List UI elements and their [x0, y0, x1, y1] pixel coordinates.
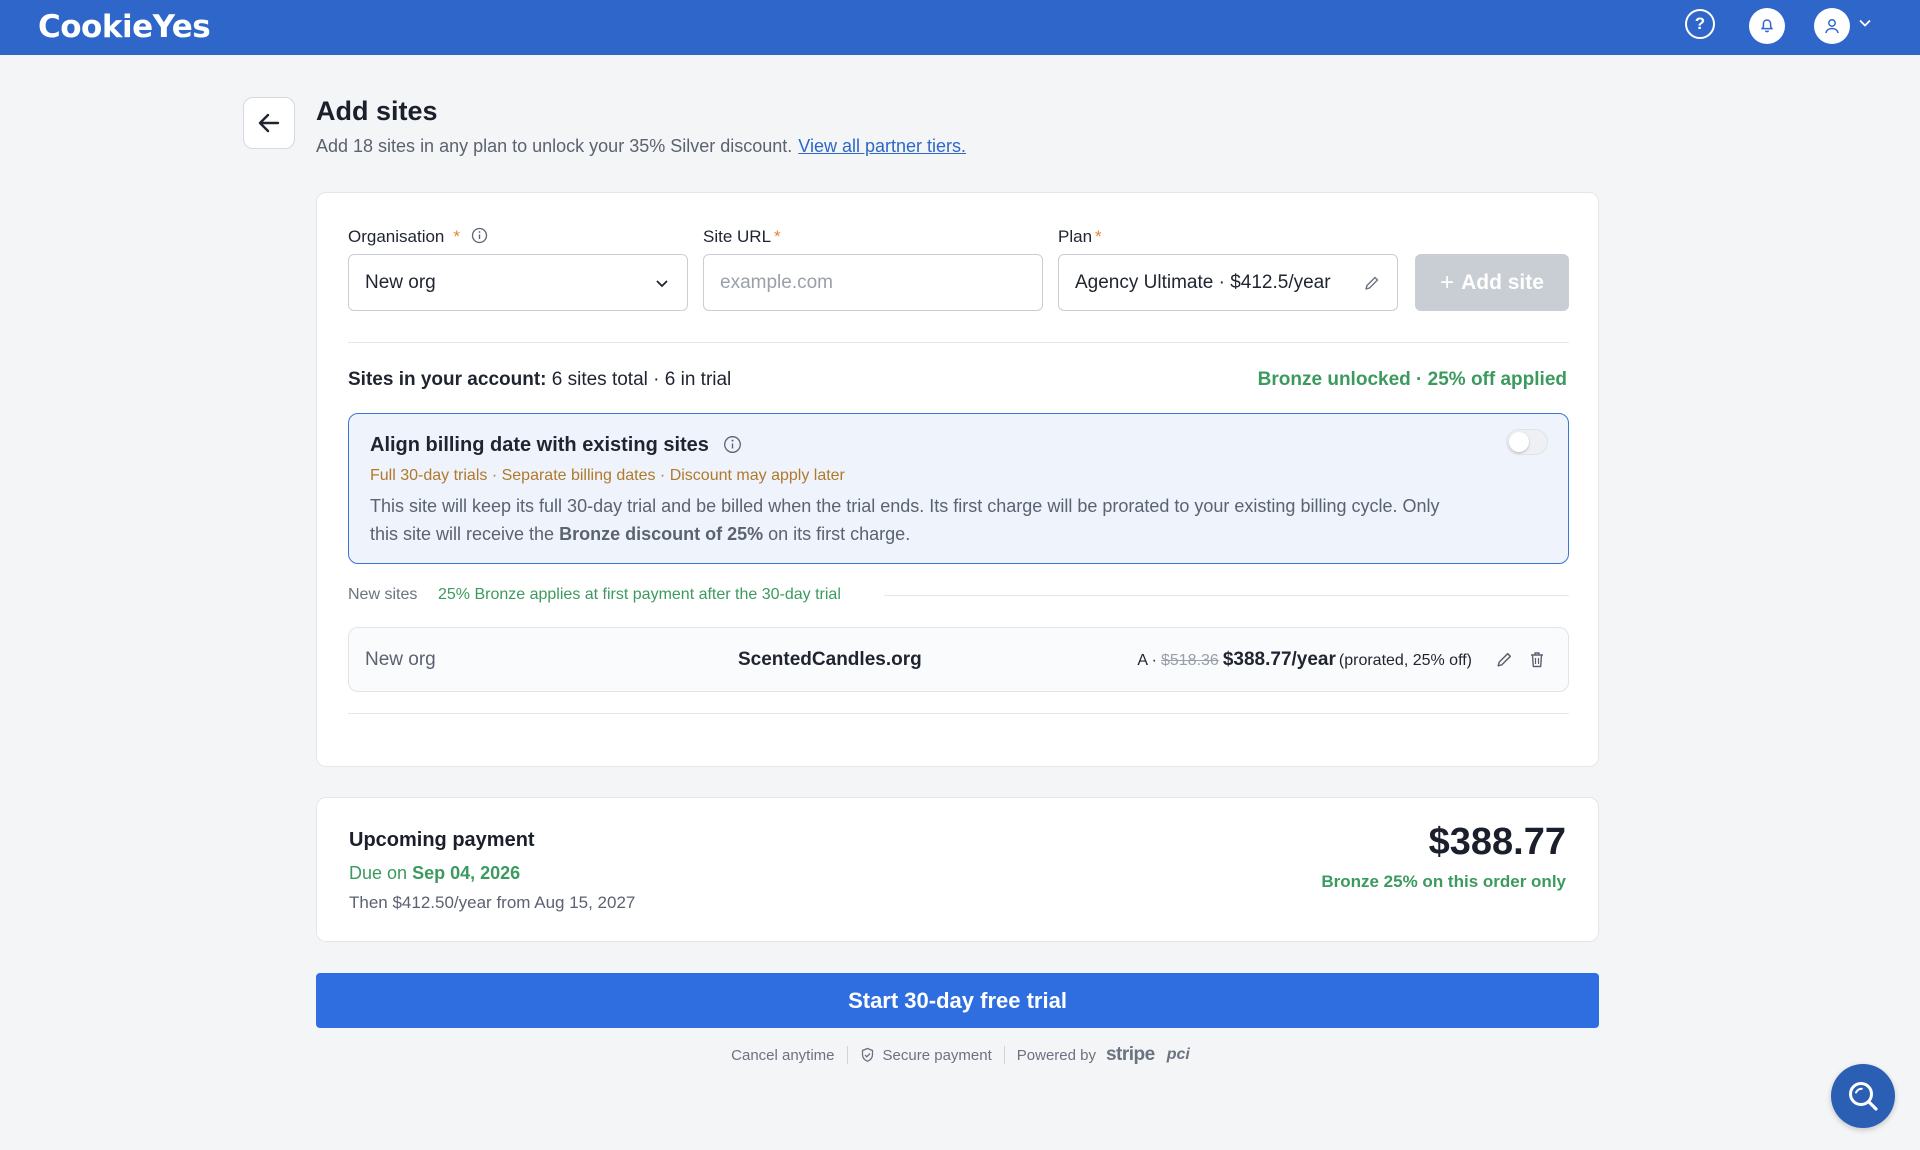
- organisation-label: Organisation *: [348, 227, 488, 247]
- pencil-icon[interactable]: [1495, 650, 1514, 674]
- arrow-left-icon: [258, 113, 280, 133]
- site-row: New org ScentedCandles.org A · $518.36 $38…: [348, 627, 1569, 692]
- align-billing-description: This site will keep its full 30-day tria…: [370, 496, 1440, 544]
- trust-footer: Cancel anytime Secure payment Powered by…: [0, 1043, 1920, 1067]
- organisation-select[interactable]: New org: [348, 254, 688, 311]
- back-button[interactable]: [243, 97, 295, 149]
- add-sites-card: Organisation * New org Site URL * example.…: [316, 192, 1599, 767]
- stripe-logo: stripe: [1105, 1044, 1155, 1065]
- payment-title: Upcoming payment: [349, 829, 535, 851]
- upcoming-payment-card: Upcoming payment Due on Sep 04, 2026 The…: [316, 797, 1599, 942]
- page-subtitle: Add 18 sites in any plan to unlock your …: [316, 136, 966, 157]
- divider: [846, 1046, 848, 1064]
- site-url-label: Site URL *: [703, 227, 781, 246]
- search-icon: [1849, 1082, 1878, 1111]
- new-sites-label: New sites: [348, 586, 418, 603]
- payment-discount-note: Bronze 25% on this order only: [1321, 872, 1566, 891]
- payment-due: Due on Sep 04, 2026: [349, 863, 521, 883]
- discount-status: Bronze unlocked · 25% off applied: [1257, 369, 1567, 390]
- subtitle-text: Add 18 sites in any plan to unlock your …: [316, 136, 793, 156]
- user-avatar-icon[interactable]: [1814, 8, 1850, 44]
- align-billing-panel: Align billing date with existing sites F…: [348, 413, 1569, 564]
- pencil-icon[interactable]: [1363, 274, 1381, 292]
- payment-amount: $388.77: [1428, 821, 1566, 863]
- divider: [1003, 1046, 1005, 1064]
- start-trial-button[interactable]: Start 30-day free trial: [316, 973, 1599, 1028]
- add-site-button[interactable]: + Add site: [1415, 254, 1569, 311]
- plan-select[interactable]: Agency Ultimate · $412.5/year: [1058, 254, 1398, 311]
- info-icon[interactable]: [723, 435, 742, 454]
- top-bar: CookieYes ?: [0, 0, 1920, 55]
- page-title: Add sites: [316, 96, 438, 126]
- bell-icon[interactable]: [1749, 8, 1785, 44]
- site-org: New org: [365, 649, 436, 670]
- align-billing-toggle[interactable]: [1506, 429, 1548, 455]
- site-price: A · $518.36 $388.77/year (prorated, 25% off…: [1137, 649, 1472, 670]
- app-logo[interactable]: CookieYes: [38, 9, 211, 45]
- chevron-down-icon[interactable]: [1858, 16, 1872, 35]
- secure-payment-text: Secure payment: [882, 1046, 992, 1064]
- help-icon[interactable]: ?: [1685, 9, 1715, 39]
- plus-icon: +: [1440, 268, 1455, 296]
- search-chat-button[interactable]: [1831, 1064, 1895, 1128]
- powered-by-text: Powered by: [1016, 1046, 1096, 1064]
- divider: [348, 713, 1569, 714]
- plan-label: Plan *: [1058, 227, 1102, 246]
- site-url-input[interactable]: example.com: [703, 254, 1043, 311]
- align-billing-tags: Full 30-day trials · Separate billing da…: [370, 467, 845, 484]
- trash-icon[interactable]: [1528, 650, 1546, 674]
- account-summary: Sites in your account: 6 sites total · 6…: [348, 369, 732, 390]
- cancel-anytime-text: Cancel anytime: [731, 1046, 835, 1064]
- partner-tiers-link[interactable]: View all partner tiers.: [798, 136, 966, 156]
- payment-then: Then $412.50/year from Aug 15, 2027: [349, 893, 636, 912]
- new-sites-note: 25% Bronze applies at first payment afte…: [438, 586, 841, 603]
- align-billing-title: Align billing date with existing sites: [370, 434, 742, 457]
- toggle-knob: [1509, 432, 1529, 452]
- info-icon[interactable]: [471, 227, 488, 244]
- divider: [348, 342, 1569, 343]
- pci-dss-logo: pci: [1166, 1046, 1190, 1063]
- chevron-down-icon: [656, 279, 668, 287]
- divider: [884, 595, 1569, 596]
- shield-check-icon: [861, 1047, 873, 1063]
- site-domain: ScentedCandles.org: [738, 649, 922, 670]
